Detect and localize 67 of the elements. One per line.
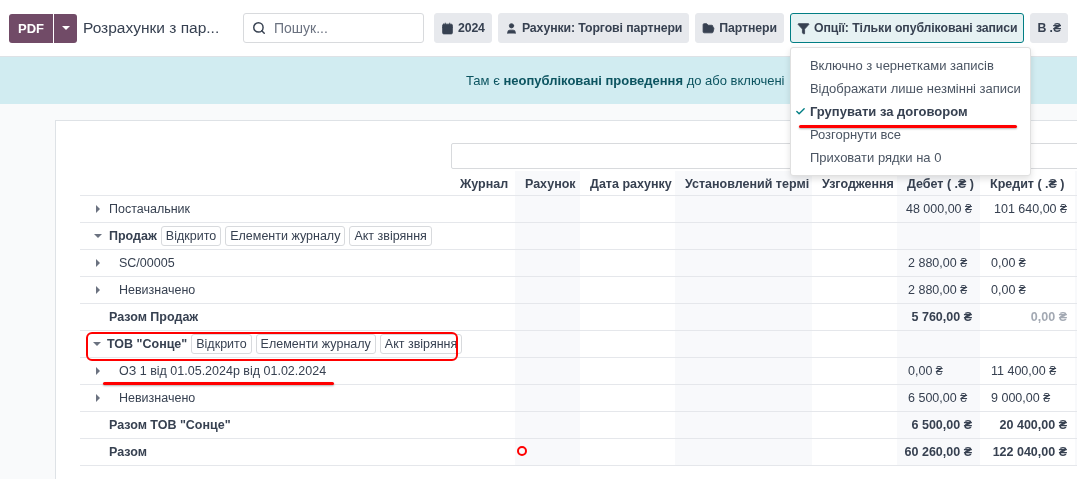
column-header: Установлений термі xyxy=(685,176,810,191)
credit-amount: 11 400,00 ₴ xyxy=(991,364,1057,378)
search-field[interactable]: Пошук... xyxy=(242,13,424,43)
debit-amount: 2 880,00 ₴ xyxy=(908,256,968,270)
menu-item[interactable]: Відображати лише незмінні записи xyxy=(790,77,1030,100)
credit-amount: 0,00 ₴ xyxy=(991,256,1026,270)
menu-item[interactable]: Розгорнути все xyxy=(790,123,1030,146)
debit-amount: 6 500,00 ₴ xyxy=(908,391,968,405)
action-button[interactable]: Відкрито xyxy=(160,225,222,246)
row-label: Разом Продаж xyxy=(109,309,199,324)
row-label: Разом ТОВ "Сонце" xyxy=(109,417,231,432)
column-header: Рахунок xyxy=(525,176,576,191)
filter-button[interactable]: В .₴ xyxy=(1030,13,1068,43)
debit-amount: 48 000,00 ₴ xyxy=(905,202,972,216)
column-header: Журнал xyxy=(460,176,509,191)
debit-amount: 6 500,00 ₴ xyxy=(911,418,972,432)
column-header: Узгодження xyxy=(822,176,894,191)
action-button[interactable]: Елементи журналу xyxy=(225,225,346,246)
row-label: Разом xyxy=(109,444,147,459)
credit-amount: 20 400,00 ₴ xyxy=(999,418,1067,432)
caret-icon[interactable] xyxy=(93,341,101,346)
credit-amount: 122 040,00 ₴ xyxy=(992,445,1067,459)
menu-item[interactable]: Приховати рядки на 0 xyxy=(790,146,1030,169)
caret-icon xyxy=(61,26,70,30)
filter-button[interactable]: Рахунки: Торгові партнери xyxy=(497,13,690,43)
row-label: SC/00005 xyxy=(119,255,175,270)
calendar-icon xyxy=(440,21,454,35)
column-header: Дебет ( .₴ ) xyxy=(907,176,975,191)
dropdown-toggle[interactable] xyxy=(53,13,77,43)
column-header: Кредит ( .₴ ) xyxy=(990,176,1065,191)
menu-item[interactable]: Включно з чернетками записів xyxy=(790,54,1030,77)
caret-icon[interactable] xyxy=(96,366,100,375)
check-icon xyxy=(794,106,806,117)
row-label: ТОВ "Сонце" xyxy=(107,336,188,351)
action-button[interactable]: Відкрито xyxy=(191,333,252,354)
credit-amount: 9 000,00 ₴ xyxy=(991,391,1051,405)
filter-button[interactable]: 2024 xyxy=(433,13,492,43)
page-title: Розрахунки з пар... xyxy=(83,19,221,37)
debit-amount: 60 260,00 ₴ xyxy=(904,445,972,459)
row-label: Невизначено xyxy=(119,390,196,405)
column-header: Дата рахунку xyxy=(590,176,672,191)
caret-icon[interactable] xyxy=(96,285,100,294)
caret-icon[interactable] xyxy=(96,258,100,267)
row-label: Продаж xyxy=(109,228,157,243)
credit-amount: 101 640,00 ₴ xyxy=(994,202,1067,216)
caret-icon[interactable] xyxy=(96,204,100,213)
search-icon xyxy=(251,21,266,35)
caret-icon[interactable] xyxy=(96,393,100,402)
credit-amount: 0,00 ₴ xyxy=(991,283,1026,297)
user-icon xyxy=(504,21,518,35)
folder-icon xyxy=(702,21,716,35)
banner-message: Там є неопубліковані проведення до або включені xyxy=(466,73,785,88)
filter-icon xyxy=(796,21,810,35)
filter-button[interactable]: Партнери xyxy=(695,13,784,43)
debit-amount: 2 880,00 ₴ xyxy=(908,283,968,297)
filter-button[interactable]: Опції: Тільки опубліковані записи xyxy=(789,13,1025,43)
credit-amount: 0,00 ₴ xyxy=(1030,310,1067,324)
menu-item[interactable]: Групувати за договором xyxy=(790,100,1030,123)
caret-icon[interactable] xyxy=(94,233,102,238)
row-label: Невизначено xyxy=(119,282,196,297)
debit-amount: 0,00 ₴ xyxy=(908,364,943,378)
row-label: Постачальник xyxy=(109,201,191,216)
row-label: ОЗ 1 від 01.05.2024р від 01.02.2024 xyxy=(119,363,327,378)
pdf-button[interactable]: PDF xyxy=(9,13,53,43)
action-button[interactable]: Елементи журналу xyxy=(255,333,376,354)
debit-amount: 5 760,00 ₴ xyxy=(911,310,972,324)
action-button[interactable]: Акт звіряння xyxy=(349,225,432,246)
